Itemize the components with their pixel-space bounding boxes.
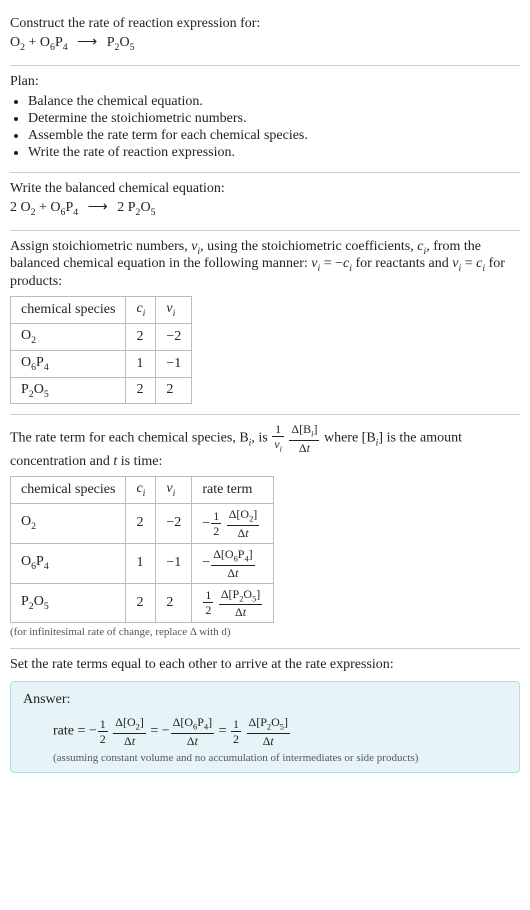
text: Assign stoichiometric numbers, (10, 239, 191, 254)
text: The rate term for each chemical species, (10, 431, 239, 446)
species-cell: O6P4 (11, 543, 126, 583)
col-species: chemical species (11, 297, 126, 324)
final-heading: Set the rate terms equal to each other t… (10, 657, 520, 673)
intro-prompt: Construct the rate of reaction expressio… (10, 16, 520, 32)
final-section: Set the rate terms equal to each other t… (10, 649, 520, 783)
nui-cell: −2 (156, 323, 192, 350)
table-header-row: chemical species ci νi rate term (11, 477, 274, 504)
ci-cell: 2 (126, 583, 156, 623)
text: , using the stoichiometric coefficients, (200, 239, 417, 254)
table-header-row: chemical species ci νi (11, 297, 192, 324)
rate-term-table: chemical species ci νi rate term O2 2 −2… (10, 476, 274, 623)
answer-box: Answer: rate = −12 Δ[O2]Δt = −Δ[O6P4]Δt … (10, 681, 520, 773)
plan-item: Write the rate of reaction expression. (28, 145, 520, 161)
rate-cell: 12 Δ[P2O5]Δt (192, 583, 274, 623)
plan-heading: Plan: (10, 74, 520, 90)
rate-cell: −12 Δ[O2]Δt (192, 503, 274, 543)
text: , is (251, 431, 271, 446)
rate-term-paragraph: The rate term for each chemical species,… (10, 423, 520, 470)
nui-cell: −1 (156, 543, 192, 583)
rate-cell: −Δ[O6P4]Δt (192, 543, 274, 583)
col-species: chemical species (11, 477, 126, 504)
table-row: O6P4 1 −1 −Δ[O6P4]Δt (11, 543, 274, 583)
plan-list: Balance the chemical equation. Determine… (10, 94, 520, 161)
ci-cell: 2 (126, 377, 156, 404)
text: is time: (117, 454, 162, 469)
unbalanced-equation: O2 + O6P4 ⟶ P2O5 (10, 32, 520, 55)
ci-cell: 1 (126, 350, 156, 377)
answer-note: (assuming constant volume and no accumul… (53, 752, 507, 764)
ci-cell: 1 (126, 543, 156, 583)
species-cell: O2 (11, 503, 126, 543)
text: for reactants and (352, 256, 452, 271)
plan-item: Determine the stoichiometric numbers. (28, 111, 520, 127)
ci-cell: 2 (126, 323, 156, 350)
answer-label: Answer: (23, 692, 507, 708)
stoich-section: Assign stoichiometric numbers, νi , using… (10, 231, 520, 416)
rate-expression: rate = −12 Δ[O2]Δt = −Δ[O6P4]Δt = 12 Δ[P… (53, 714, 507, 749)
balanced-section: Write the balanced chemical equation: 2 … (10, 173, 520, 231)
plan-section: Plan: Balance the chemical equation. Det… (10, 66, 520, 173)
stoich-table: chemical species ci νi O2 2 −2 O6P4 1 −1… (10, 296, 192, 404)
nui-cell: 2 (156, 377, 192, 404)
species-cell: O6P4 (11, 350, 126, 377)
stoich-paragraph: Assign stoichiometric numbers, νi, using… (10, 239, 520, 291)
col-nui: νi (156, 297, 192, 324)
col-nui: νi (156, 477, 192, 504)
table-row: O6P4 1 −1 (11, 350, 192, 377)
species-cell: P2O5 (11, 583, 126, 623)
plan-item: Balance the chemical equation. (28, 94, 520, 110)
balanced-heading: Write the balanced chemical equation: (10, 181, 520, 197)
rate-term-section: The rate term for each chemical species,… (10, 415, 520, 649)
ci-cell: 2 (126, 503, 156, 543)
arrow-icon: ⟶ (88, 199, 108, 216)
nui-cell: 2 (156, 583, 192, 623)
rate-term-note: (for infinitesimal rate of change, repla… (10, 626, 520, 638)
table-row: P2O5 2 2 12 Δ[P2O5]Δt (11, 583, 274, 623)
nui-cell: −1 (156, 350, 192, 377)
col-ci: ci (126, 297, 156, 324)
table-row: P2O5 2 2 (11, 377, 192, 404)
plan-item: Assemble the rate term for each chemical… (28, 128, 520, 144)
species-cell: O2 (11, 323, 126, 350)
nui-cell: −2 (156, 503, 192, 543)
arrow-icon: ⟶ (77, 34, 97, 51)
balanced-equation: 2 O2 + O6P4 ⟶ 2 P2O5 (10, 197, 520, 220)
intro-section: Construct the rate of reaction expressio… (10, 8, 520, 66)
table-row: O2 2 −2 −12 Δ[O2]Δt (11, 503, 274, 543)
text: where (324, 431, 362, 446)
table-row: O2 2 −2 (11, 323, 192, 350)
col-rate: rate term (192, 477, 274, 504)
col-ci: ci (126, 477, 156, 504)
species-cell: P2O5 (11, 377, 126, 404)
